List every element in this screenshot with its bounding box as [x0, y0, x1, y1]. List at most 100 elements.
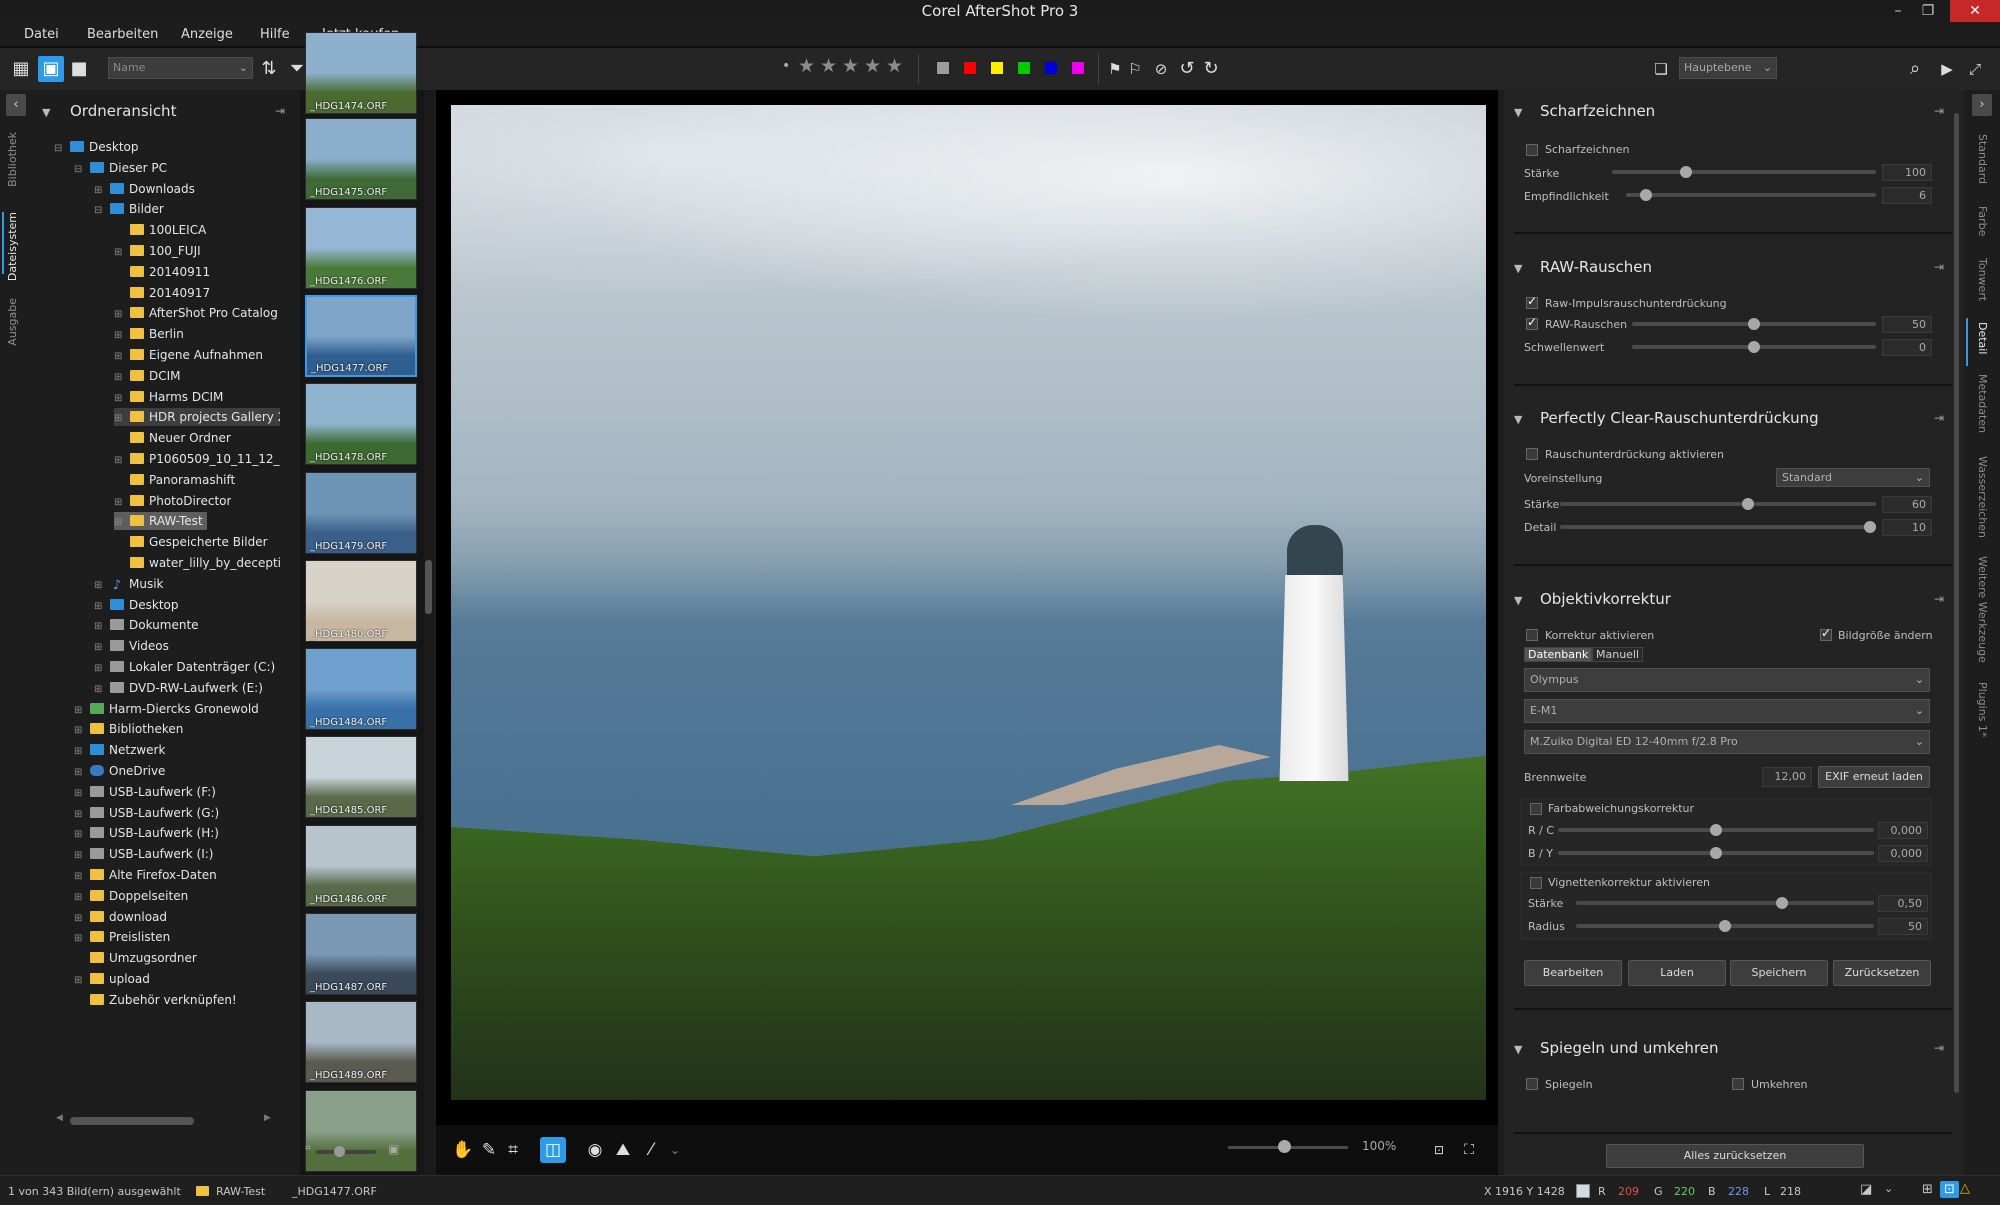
- tab-dateisystem[interactable]: Dateisystem: [6, 212, 19, 281]
- tab-plugins[interactable]: Plugins 1*: [1976, 682, 1989, 737]
- slider-knob[interactable]: [1640, 189, 1652, 201]
- raw-threshold-value[interactable]: 0: [1882, 339, 1932, 356]
- focal-length-value[interactable]: 12,00: [1762, 767, 1812, 787]
- tree-item[interactable]: ⊞ Netzwerk: [74, 741, 165, 759]
- expand-toggle-icon[interactable]: ⊞: [114, 452, 124, 468]
- mirror-checkbox[interactable]: [1526, 1078, 1538, 1090]
- tree-item[interactable]: ⊞ OneDrive: [74, 762, 165, 780]
- pclear-enable-checkbox[interactable]: [1526, 448, 1538, 460]
- sharpen-checkbox[interactable]: [1526, 144, 1538, 156]
- exif-reload-button[interactable]: EXIF erneut laden: [1818, 766, 1930, 788]
- expand-toggle-icon[interactable]: ⊞: [114, 306, 124, 322]
- layout-icon[interactable]: ⊞: [1922, 1182, 1933, 1197]
- star-4-icon[interactable]: ★: [864, 55, 881, 77]
- expand-toggle-icon[interactable]: ⊞: [114, 348, 124, 364]
- expand-toggle-icon[interactable]: ⊞: [114, 514, 124, 530]
- vignette-radius-value[interactable]: 50: [1878, 918, 1928, 935]
- lens-enable-checkbox[interactable]: [1526, 629, 1538, 641]
- tree-item[interactable]: ⊞ Berlin: [114, 325, 184, 343]
- star-2-icon[interactable]: ★: [820, 55, 837, 77]
- thumbnail[interactable]: _HDG1484.ORF: [305, 648, 417, 731]
- color-label-magenta[interactable]: [1071, 61, 1085, 75]
- large-thumb-icon[interactable]: ▣: [388, 1142, 399, 1156]
- tree-item[interactable]: 20140911: [114, 263, 210, 281]
- star-5-icon[interactable]: ★: [886, 55, 903, 77]
- color-label-gray[interactable]: [936, 61, 950, 75]
- tree-item[interactable]: ⊟ Bilder: [94, 200, 164, 218]
- slider-knob[interactable]: [1748, 341, 1760, 353]
- tab-standard[interactable]: Standard: [1976, 134, 1989, 184]
- thumbnail[interactable]: _HDG1479.ORF: [305, 471, 417, 554]
- expand-toggle-icon[interactable]: ⊟: [94, 202, 104, 218]
- grid-view-icon[interactable]: ▦: [8, 56, 34, 82]
- tree-item[interactable]: ⊞ Eigene Aufnahmen: [114, 346, 263, 364]
- tree-item[interactable]: ⊞ ♪ Musik: [94, 575, 164, 593]
- expand-toggle-icon[interactable]: ⊟: [74, 161, 84, 177]
- expand-toggle-icon[interactable]: ⊞: [114, 390, 124, 406]
- chevron-down-icon[interactable]: ⌄: [1884, 1182, 1893, 1195]
- pin-icon[interactable]: ⇥: [1934, 411, 1944, 425]
- tab-tonwert[interactable]: Tonwert: [1976, 258, 1989, 301]
- expand-toggle-icon[interactable]: ⊞: [74, 785, 84, 801]
- tree-item[interactable]: ⊞ Preislisten: [74, 928, 170, 946]
- brush-icon[interactable]: ⁄: [638, 1137, 664, 1163]
- expand-toggle-icon[interactable]: ⊞: [94, 681, 104, 697]
- tree-item[interactable]: ⊟ Desktop: [54, 138, 139, 156]
- expand-toggle-icon[interactable]: ⊞: [74, 722, 84, 738]
- ca-checkbox[interactable]: [1530, 803, 1542, 815]
- expand-toggle-icon[interactable]: ⊞: [74, 972, 84, 988]
- sort-direction-icon[interactable]: ⇅: [256, 56, 282, 82]
- lens-save-button[interactable]: Speichern: [1730, 960, 1828, 986]
- zoom-knob[interactable]: [1278, 1140, 1291, 1153]
- thumbnail[interactable]: _HDG1476.ORF: [305, 206, 417, 289]
- slider-knob[interactable]: [1864, 521, 1876, 533]
- flag-reject-icon[interactable]: ⚐: [1122, 56, 1148, 82]
- layer-select[interactable]: Hauptebene ⌄: [1679, 57, 1777, 79]
- slider-knob[interactable]: [1748, 318, 1760, 330]
- expand-toggle-icon[interactable]: ⊞: [94, 182, 104, 198]
- thumbnail[interactable]: _HDG1489.ORF: [305, 1001, 417, 1084]
- split-view-icon[interactable]: ▣: [38, 56, 64, 82]
- tab-detail[interactable]: Detail: [1976, 322, 1989, 354]
- rotate-left-icon[interactable]: ↺: [1174, 56, 1200, 82]
- tree-item[interactable]: ⊞ Lokaler Datenträger (C:): [94, 658, 275, 676]
- thumbnail[interactable]: _HDG1474.ORF: [305, 32, 417, 114]
- crop-icon[interactable]: ⌗: [500, 1137, 526, 1163]
- lens-model-select[interactable]: E-M1 ⌄: [1524, 699, 1930, 723]
- region-icon[interactable]: ⛰: [610, 1137, 636, 1163]
- redeye-icon[interactable]: ◉: [582, 1137, 608, 1163]
- tree-item[interactable]: Panoramashift: [114, 471, 235, 489]
- image-viewer[interactable]: [436, 90, 1498, 1175]
- color-label-red[interactable]: [963, 61, 977, 75]
- tree-item[interactable]: ⊞ upload: [74, 970, 150, 988]
- pin-icon[interactable]: ⇥: [1934, 260, 1944, 274]
- search-icon[interactable]: ⌕: [1902, 56, 1928, 82]
- adjustment-scrollbar[interactable]: [1953, 113, 1961, 1103]
- tab-farbe[interactable]: Farbe: [1976, 206, 1989, 236]
- lens-edit-button[interactable]: Bearbeiten: [1524, 960, 1622, 986]
- layers-icon[interactable]: ❏: [1648, 56, 1674, 82]
- lens-name-select[interactable]: M.Zuiko Digital ED 12-40mm f/2.8 Pro ⌄: [1524, 730, 1930, 754]
- menu-anzeige[interactable]: Anzeige: [181, 27, 233, 42]
- tree-item[interactable]: ⊞ RAW-Test: [114, 512, 207, 531]
- reset-all-button[interactable]: Alles zurücksetzen: [1606, 1144, 1864, 1168]
- color-label-blue[interactable]: [1044, 61, 1058, 75]
- horizontal-scrollbar[interactable]: [70, 1117, 194, 1125]
- collapse-right-icon[interactable]: ›: [1972, 94, 1992, 116]
- tab-metadaten[interactable]: Metadaten: [1976, 374, 1989, 433]
- straighten-icon[interactable]: ◫: [540, 1137, 566, 1163]
- raw-noise-slider[interactable]: [1632, 318, 1876, 330]
- expand-toggle-icon[interactable]: ⊞: [114, 494, 124, 510]
- tree-item[interactable]: ⊞ USB-Laufwerk (G:): [74, 804, 219, 822]
- tree-item[interactable]: 20140917: [114, 284, 210, 302]
- sharpen-sensitivity-value[interactable]: 6: [1882, 187, 1932, 204]
- menu-hilfe[interactable]: Hilfe: [260, 27, 290, 42]
- tab-weitere-werkzeuge[interactable]: Weitere Werkzeuge: [1976, 556, 1989, 663]
- single-view-icon[interactable]: ■: [66, 56, 92, 82]
- thumbnail-scrollbar[interactable]: [424, 90, 434, 1175]
- sharpen-strength-value[interactable]: 100: [1882, 164, 1932, 181]
- expand-toggle-icon[interactable]: ⊟: [54, 140, 64, 156]
- vignette-checkbox[interactable]: [1530, 877, 1542, 889]
- tree-item[interactable]: ⊞ Alte Firefox-Daten: [74, 866, 217, 884]
- tree-item[interactable]: ⊞ P1060509_10_11_12_13: [114, 450, 280, 468]
